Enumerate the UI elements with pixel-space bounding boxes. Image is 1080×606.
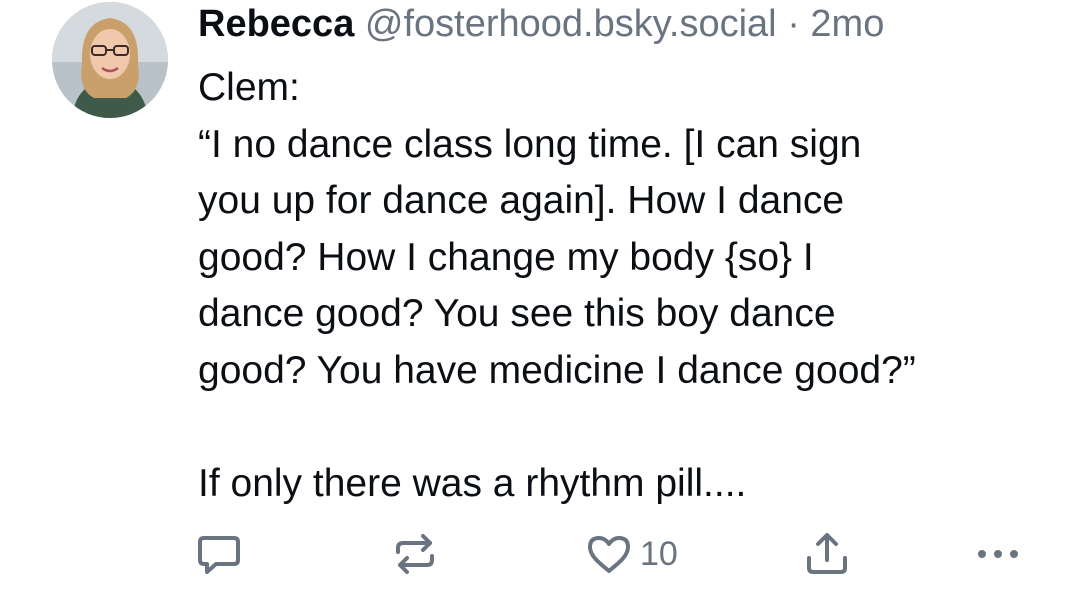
post: Rebecca @fosterhood.bsky.social · 2mo Cl… — [0, 0, 1080, 606]
timestamp[interactable]: 2mo — [810, 3, 884, 45]
reply-icon — [198, 536, 240, 574]
avatar-image — [52, 2, 168, 118]
author-name[interactable]: Rebecca — [198, 3, 354, 45]
repost-icon — [396, 534, 434, 574]
post-text: Clem: “I no dance class long time. [I ca… — [198, 60, 1018, 512]
repost-button[interactable] — [392, 532, 438, 576]
share-button[interactable] — [804, 532, 850, 576]
post-text-line: you up for dance again]. How I dance — [198, 179, 845, 222]
post-header: Rebecca @fosterhood.bsky.social · 2mo — [198, 0, 884, 48]
author-handle[interactable]: @fosterhood.bsky.social — [365, 3, 777, 45]
reply-button[interactable] — [196, 532, 242, 576]
separator: · — [787, 3, 800, 45]
like-button[interactable]: 10 — [586, 532, 678, 576]
like-count: 10 — [640, 534, 678, 573]
post-text-line: “I no dance class long time. [I can sign — [198, 122, 862, 166]
post-text-line: good? You have medicine I dance good?” — [198, 348, 916, 392]
post-text-line: If only there was a rhythm pill.... — [198, 461, 747, 505]
more-options-button[interactable] — [974, 532, 1022, 576]
avatar[interactable] — [52, 2, 168, 118]
post-text-line: Clem: — [198, 66, 300, 109]
post-actions: 10 — [0, 524, 1080, 584]
post-text-line: dance good? You see this boy dance — [198, 292, 836, 335]
share-icon — [807, 533, 847, 574]
heart-icon — [588, 536, 630, 573]
more-icon — [978, 550, 1018, 558]
post-text-blank-line — [198, 399, 1018, 456]
post-text-line: good? How I change my body {so} I — [198, 235, 814, 279]
